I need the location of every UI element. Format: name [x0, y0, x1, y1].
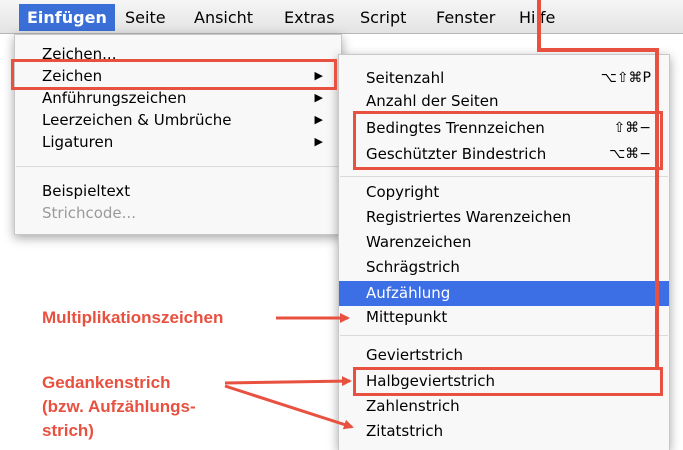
- annotation-arrows: [224, 313, 354, 430]
- arrow-to-halbgeviertstrich: [224, 376, 352, 387]
- arrow-to-zitatstrich: [224, 384, 354, 430]
